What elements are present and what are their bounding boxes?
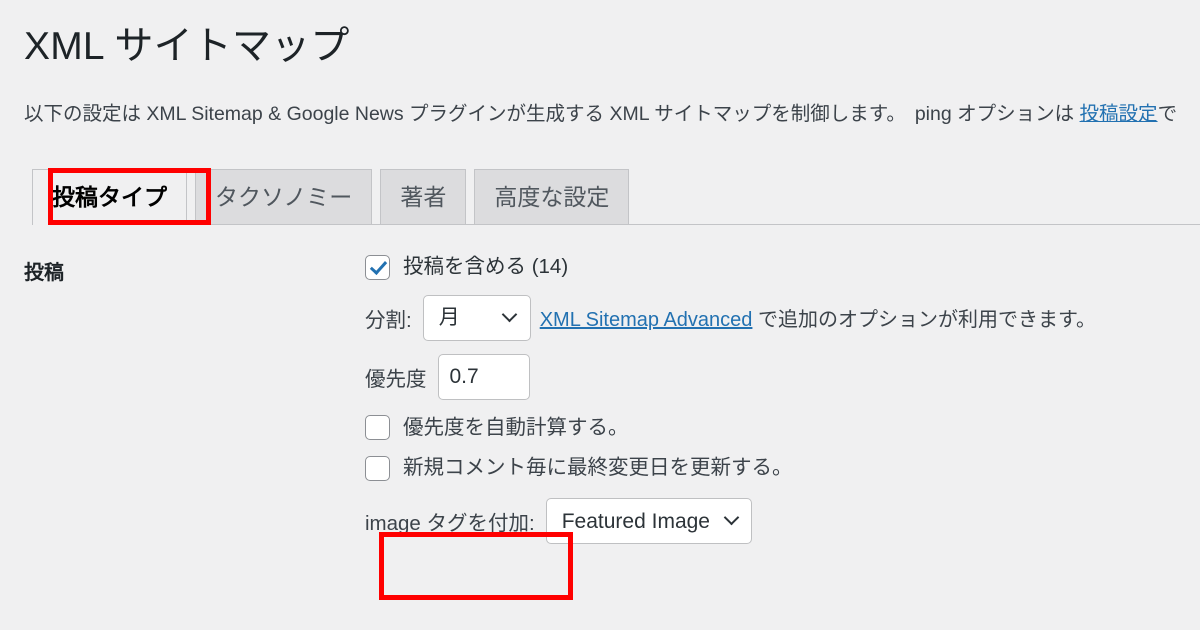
tab-label: 投稿タイプ — [52, 183, 167, 210]
tab-label: 著者 — [400, 183, 447, 210]
comment-update-label[interactable]: 新規コメント毎に最終変更日を更新する。 — [403, 454, 793, 483]
tab-advanced[interactable]: 高度な設定 — [474, 168, 630, 225]
intro-text-secondary: ping オプションは — [914, 102, 1075, 125]
tab-post-types[interactable]: 投稿タイプ — [32, 168, 187, 225]
auto-priority-label[interactable]: 優先度を自動計算する。 — [403, 414, 629, 443]
post-type-settings-form: 投稿 投稿を含める (14) 分割: 月 XML Sitemap Advance… — [24, 225, 1200, 600]
page-title: XML サイトマップ — [24, 25, 350, 68]
advanced-note: XML Sitemap Advanced で追加のオプションが利用できます。 — [540, 303, 1096, 332]
xml-sitemap-settings-screen: XML サイトマップ 以下の設定は XML Sitemap & Google N… — [0, 0, 1200, 630]
advanced-note-text: で追加のオプションが利用できます。 — [757, 309, 1096, 332]
chevron-down-icon — [724, 514, 738, 528]
form-label-column: 投稿 — [24, 253, 365, 544]
split-row: 分割: 月 XML Sitemap Advanced で追加のオプションが利用で… — [365, 294, 1200, 341]
tab-list: 投稿タイプ タクソノミー 著者 高度な設定 — [24, 165, 1200, 225]
tab-authors[interactable]: 著者 — [380, 168, 467, 225]
split-label: 分割: — [365, 308, 412, 332]
image-tag-label: image タグを付加: — [365, 512, 535, 535]
include-posts-checkbox[interactable] — [365, 254, 390, 280]
tab-bar: 投稿タイプ タクソノミー 著者 高度な設定 — [24, 165, 1200, 225]
tab-label: 高度な設定 — [494, 183, 610, 210]
comment-update-row: 新規コメント毎に最終変更日を更新する。 — [365, 454, 1200, 483]
intro-description: 以下の設定は XML Sitemap & Google News プラグインが生… — [24, 73, 1200, 129]
priority-row: 優先度 0.7 — [365, 353, 1200, 400]
auto-priority-row: 優先度を自動計算する。 — [365, 414, 1200, 443]
tab-label: タクソノミー — [215, 183, 353, 210]
form-field-column: 投稿を含める (14) 分割: 月 XML Sitemap Advanced で… — [365, 253, 1200, 544]
chevron-down-icon — [503, 311, 517, 325]
include-posts-row: 投稿を含める (14) — [365, 253, 1200, 282]
intro-text-primary: 以下の設定は XML Sitemap & Google News プラグインが生… — [24, 102, 906, 125]
include-posts-label[interactable]: 投稿を含める (14) — [403, 253, 568, 282]
comment-update-checkbox[interactable] — [365, 456, 390, 482]
priority-label: 優先度 — [365, 367, 427, 391]
priority-input[interactable]: 0.7 — [437, 353, 530, 400]
xml-sitemap-advanced-link[interactable]: XML Sitemap Advanced — [540, 309, 753, 331]
section-label-posts: 投稿 — [24, 261, 64, 284]
auto-priority-checkbox[interactable] — [365, 415, 390, 441]
post-settings-link[interactable]: 投稿設定 — [1080, 103, 1158, 125]
intro-text-tail: で — [1157, 102, 1178, 125]
image-tag-row: image タグを付加: Featured Image — [365, 498, 1200, 544]
image-tag-select-value: Featured Image — [561, 509, 710, 533]
tab-taxonomies[interactable]: タクソノミー — [195, 168, 373, 225]
split-select-value: 月 — [438, 306, 460, 330]
split-select[interactable]: 月 — [422, 294, 531, 341]
image-tag-select[interactable]: Featured Image — [545, 498, 752, 544]
